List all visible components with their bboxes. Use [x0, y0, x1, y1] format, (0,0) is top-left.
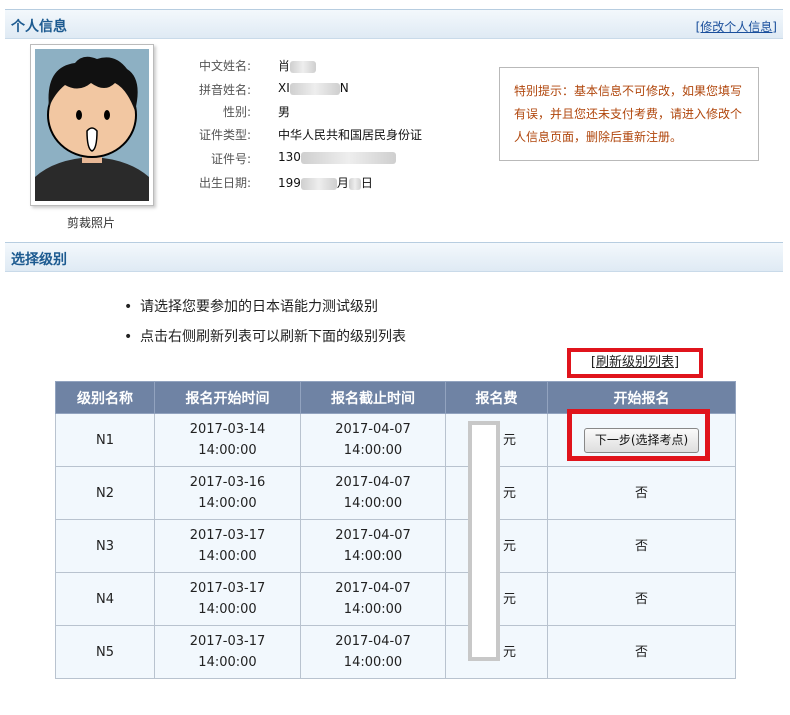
level-cell: N2 — [55, 466, 155, 520]
next-step-button[interactable]: 下一步(选择考点) — [583, 427, 700, 453]
id-type-value: 中华人民共和国居民身份证 — [278, 128, 423, 142]
list-item: • 请选择您要参加的日本语能力测试级别 — [124, 299, 378, 315]
table-row: N5 2017-03-17 14:00:00 2017-04-07 14:00:00… — [55, 625, 736, 679]
table-row: N3 2017-03-17 14:00:00 2017-04-07 14:00:00… — [55, 519, 736, 573]
col-end-time: 报名截止时间 — [300, 381, 446, 414]
special-notice: 特别提示：基本信息不可修改，如果您填写有误，并且您还未支付考费，请进入修改个人信… — [499, 67, 759, 161]
start-time-cell: 2017-03-17 14:00:00 — [154, 625, 301, 679]
level-cell: N5 — [55, 625, 155, 679]
start-time-cell: 2017-03-17 14:00:00 — [154, 519, 301, 573]
birth-date-value: 199 月日 — [278, 176, 373, 190]
id-number-label: 证件号: — [210, 152, 251, 166]
register-cell: 否 — [547, 466, 736, 520]
register-cell: 否 — [547, 519, 736, 573]
id-number-value: 130 — [278, 150, 396, 164]
personal-info-header: 个人信息 [修改个人信息] — [5, 9, 783, 39]
personal-info-title: 个人信息 — [11, 19, 67, 35]
gender-value: 男 — [278, 105, 291, 119]
list-item: • 点击右侧刷新列表可以刷新下面的级别列表 — [124, 329, 406, 345]
fee-redaction-overlay — [468, 421, 500, 661]
gender-label: 性别: — [222, 105, 251, 119]
start-time-cell: 2017-03-17 14:00:00 — [154, 572, 301, 626]
start-time-cell: 2017-03-14 14:00:00 — [154, 413, 301, 467]
table-header-row: 级别名称 报名开始时间 报名截止时间 报名费 开始报名 — [55, 381, 736, 414]
end-time-cell: 2017-04-07 14:00:00 — [300, 466, 446, 520]
table-row: N4 2017-03-17 14:00:00 2017-04-07 14:00:00… — [55, 572, 736, 626]
chinese-name-label: 中文姓名: — [198, 59, 251, 73]
end-time-cell: 2017-04-07 14:00:00 — [300, 413, 446, 467]
level-table: 级别名称 报名开始时间 报名截止时间 报名费 开始报名 N1 2017-03-1… — [55, 381, 736, 679]
select-level-header: 选择级别 — [5, 242, 783, 272]
pinyin-name-label: 拼音姓名: — [198, 83, 251, 97]
col-start-time: 报名开始时间 — [154, 381, 301, 414]
level-cell: N1 — [55, 413, 155, 467]
col-register: 开始报名 — [547, 381, 736, 414]
refresh-level-list-highlight: [刷新级别列表] — [567, 348, 703, 378]
refresh-level-list-link[interactable]: 刷新级别列表 — [596, 355, 674, 370]
pinyin-name-value: XI N — [278, 81, 349, 95]
level-cell: N3 — [55, 519, 155, 573]
photo-caption: 剪裁照片 — [66, 216, 115, 230]
col-level-name: 级别名称 — [55, 381, 155, 414]
id-type-label: 证件类型: — [198, 128, 251, 142]
birth-date-label: 出生日期: — [198, 176, 251, 190]
end-time-cell: 2017-04-07 14:00:00 — [300, 625, 446, 679]
level-cell: N4 — [55, 572, 155, 626]
table-row: N1 2017-03-14 14:00:00 2017-04-07 14:00:00… — [55, 413, 736, 467]
end-time-cell: 2017-04-07 14:00:00 — [300, 572, 446, 626]
select-level-title: 选择级别 — [11, 252, 67, 268]
edit-personal-info-link[interactable]: [修改个人信息] — [696, 18, 777, 35]
chinese-name-value: 肖 — [278, 57, 317, 74]
table-row: N2 2017-03-16 14:00:00 2017-04-07 14:00:00… — [55, 466, 736, 520]
instruction-list: • 请选择您要参加的日本语能力测试级别 • 点击右侧刷新列表可以刷新下面的级别列表 — [124, 295, 406, 355]
register-cell: 否 — [547, 625, 736, 679]
register-cell: 否 — [547, 572, 736, 626]
register-cell: 下一步(选择考点) — [547, 413, 736, 467]
col-fee: 报名费 — [445, 381, 548, 414]
start-time-cell: 2017-03-16 14:00:00 — [154, 466, 301, 520]
end-time-cell: 2017-04-07 14:00:00 — [300, 519, 446, 573]
